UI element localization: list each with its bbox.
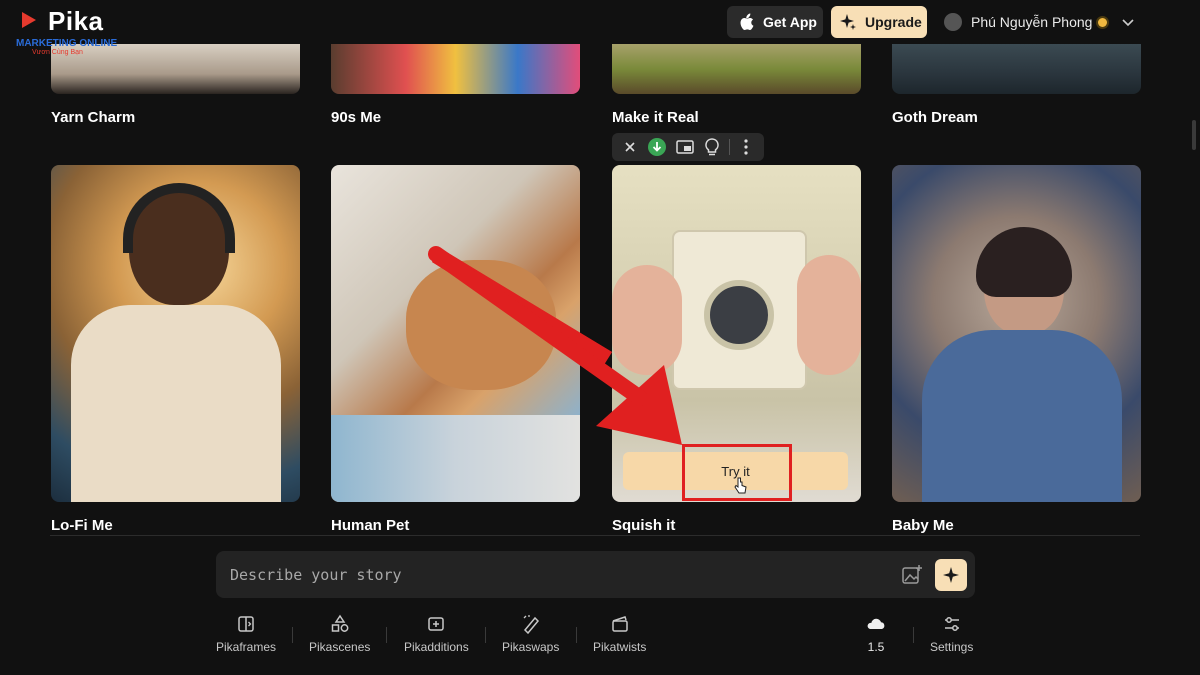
tool-label: Pikatwists	[593, 640, 647, 654]
template-tile-90s-me[interactable]	[331, 44, 580, 94]
logo-play-icon	[22, 12, 36, 28]
right-hand	[797, 255, 861, 375]
logo[interactable]: Pika MARKETING ONLINE Vươn Cùng Bạn	[14, 4, 124, 60]
upgrade-button[interactable]: Upgrade	[831, 6, 927, 38]
person-dress	[922, 330, 1122, 502]
pointer-cursor-icon	[734, 477, 747, 494]
chevron-down-icon	[1122, 19, 1135, 27]
template-tile-goth-dream[interactable]	[892, 44, 1141, 94]
watermark-line2: Vươn Cùng Bạn	[32, 49, 83, 56]
tool-divider	[485, 627, 486, 643]
tool-label: Pikadditions	[404, 640, 469, 654]
sparkle-icon	[839, 13, 857, 31]
user-menu[interactable]: Phú Nguyễn Phong	[944, 10, 1135, 34]
save-icon[interactable]	[674, 136, 696, 158]
tool-divider	[386, 627, 387, 643]
sparkle-icon	[943, 567, 959, 583]
more-icon[interactable]	[735, 136, 757, 158]
tool-pikascenes[interactable]: Pikascenes	[309, 614, 370, 654]
blanket	[331, 415, 580, 502]
add-image-icon[interactable]	[901, 564, 923, 586]
template-tile-baby-me[interactable]	[892, 165, 1141, 502]
generate-button[interactable]	[935, 559, 967, 591]
apple-icon	[737, 13, 755, 31]
template-tile-lo-fi-me[interactable]	[51, 165, 300, 502]
left-hand	[612, 265, 682, 375]
section-divider	[50, 535, 1140, 536]
get-app-label: Get App	[763, 14, 817, 30]
template-label[interactable]: Yarn Charm	[51, 109, 135, 126]
tool-label: Pikascenes	[309, 640, 371, 654]
logo-text: Pika	[48, 6, 104, 36]
tool-divider	[913, 627, 914, 643]
template-label[interactable]: 90s Me	[331, 109, 381, 126]
scenes-icon	[331, 614, 349, 632]
story-prompt-input[interactable]	[230, 561, 870, 588]
tool-pikadditions[interactable]: Pikadditions	[404, 614, 469, 654]
tool-divider	[292, 627, 293, 643]
settings-button[interactable]: Settings	[930, 614, 973, 654]
person-hair	[976, 227, 1072, 297]
avatar	[944, 13, 962, 31]
watermark-line1: MARKETING ONLINE	[16, 38, 118, 49]
upgrade-label: Upgrade	[865, 14, 922, 30]
settings-label: Settings	[930, 640, 974, 654]
close-icon[interactable]	[619, 136, 641, 158]
template-label[interactable]: Goth Dream	[892, 109, 978, 126]
model-version-selector[interactable]: 1.5	[866, 614, 886, 654]
top-bar: Pika MARKETING ONLINE Vươn Cùng Bạn Get …	[0, 0, 1200, 56]
template-label[interactable]: Lo-Fi Me	[51, 517, 113, 534]
twists-icon	[611, 616, 628, 632]
toolbar-divider	[728, 139, 730, 155]
cloud-icon	[867, 618, 885, 629]
headphones	[123, 183, 235, 253]
model-version: 1.5	[867, 640, 885, 654]
scrollbar-thumb[interactable]	[1192, 120, 1196, 150]
cat-head	[406, 260, 556, 390]
tool-pikaframes[interactable]: Pikaframes	[216, 614, 276, 654]
prompt-bar	[216, 551, 975, 598]
template-label[interactable]: Human Pet	[331, 517, 409, 534]
tool-divider	[576, 627, 577, 643]
status-dot	[1098, 17, 1108, 27]
template-label[interactable]: Baby Me	[892, 517, 954, 534]
tool-label: Pikaframes	[216, 640, 277, 654]
user-name: Phú Nguyễn Phong	[971, 14, 1093, 30]
download-icon[interactable]	[646, 136, 668, 158]
template-label[interactable]: Make it Real	[612, 109, 699, 126]
machine-door	[704, 280, 774, 350]
tool-label: Pikaswaps	[502, 640, 560, 654]
tile-toolbar	[612, 133, 764, 161]
additions-icon	[428, 617, 445, 631]
template-tile-human-pet[interactable]	[331, 165, 580, 502]
tool-pikaswaps[interactable]: Pikaswaps	[502, 614, 559, 654]
frames-icon	[238, 616, 254, 632]
settings-sliders-icon	[944, 617, 959, 631]
swaps-icon	[523, 615, 539, 634]
get-app-button[interactable]: Get App	[727, 6, 823, 38]
tool-pikatwists[interactable]: Pikatwists	[593, 614, 646, 654]
template-tile-make-it-real[interactable]	[612, 44, 861, 94]
template-label[interactable]: Squish it	[612, 517, 675, 534]
idea-icon[interactable]	[701, 136, 723, 158]
person-shirt	[71, 305, 281, 502]
